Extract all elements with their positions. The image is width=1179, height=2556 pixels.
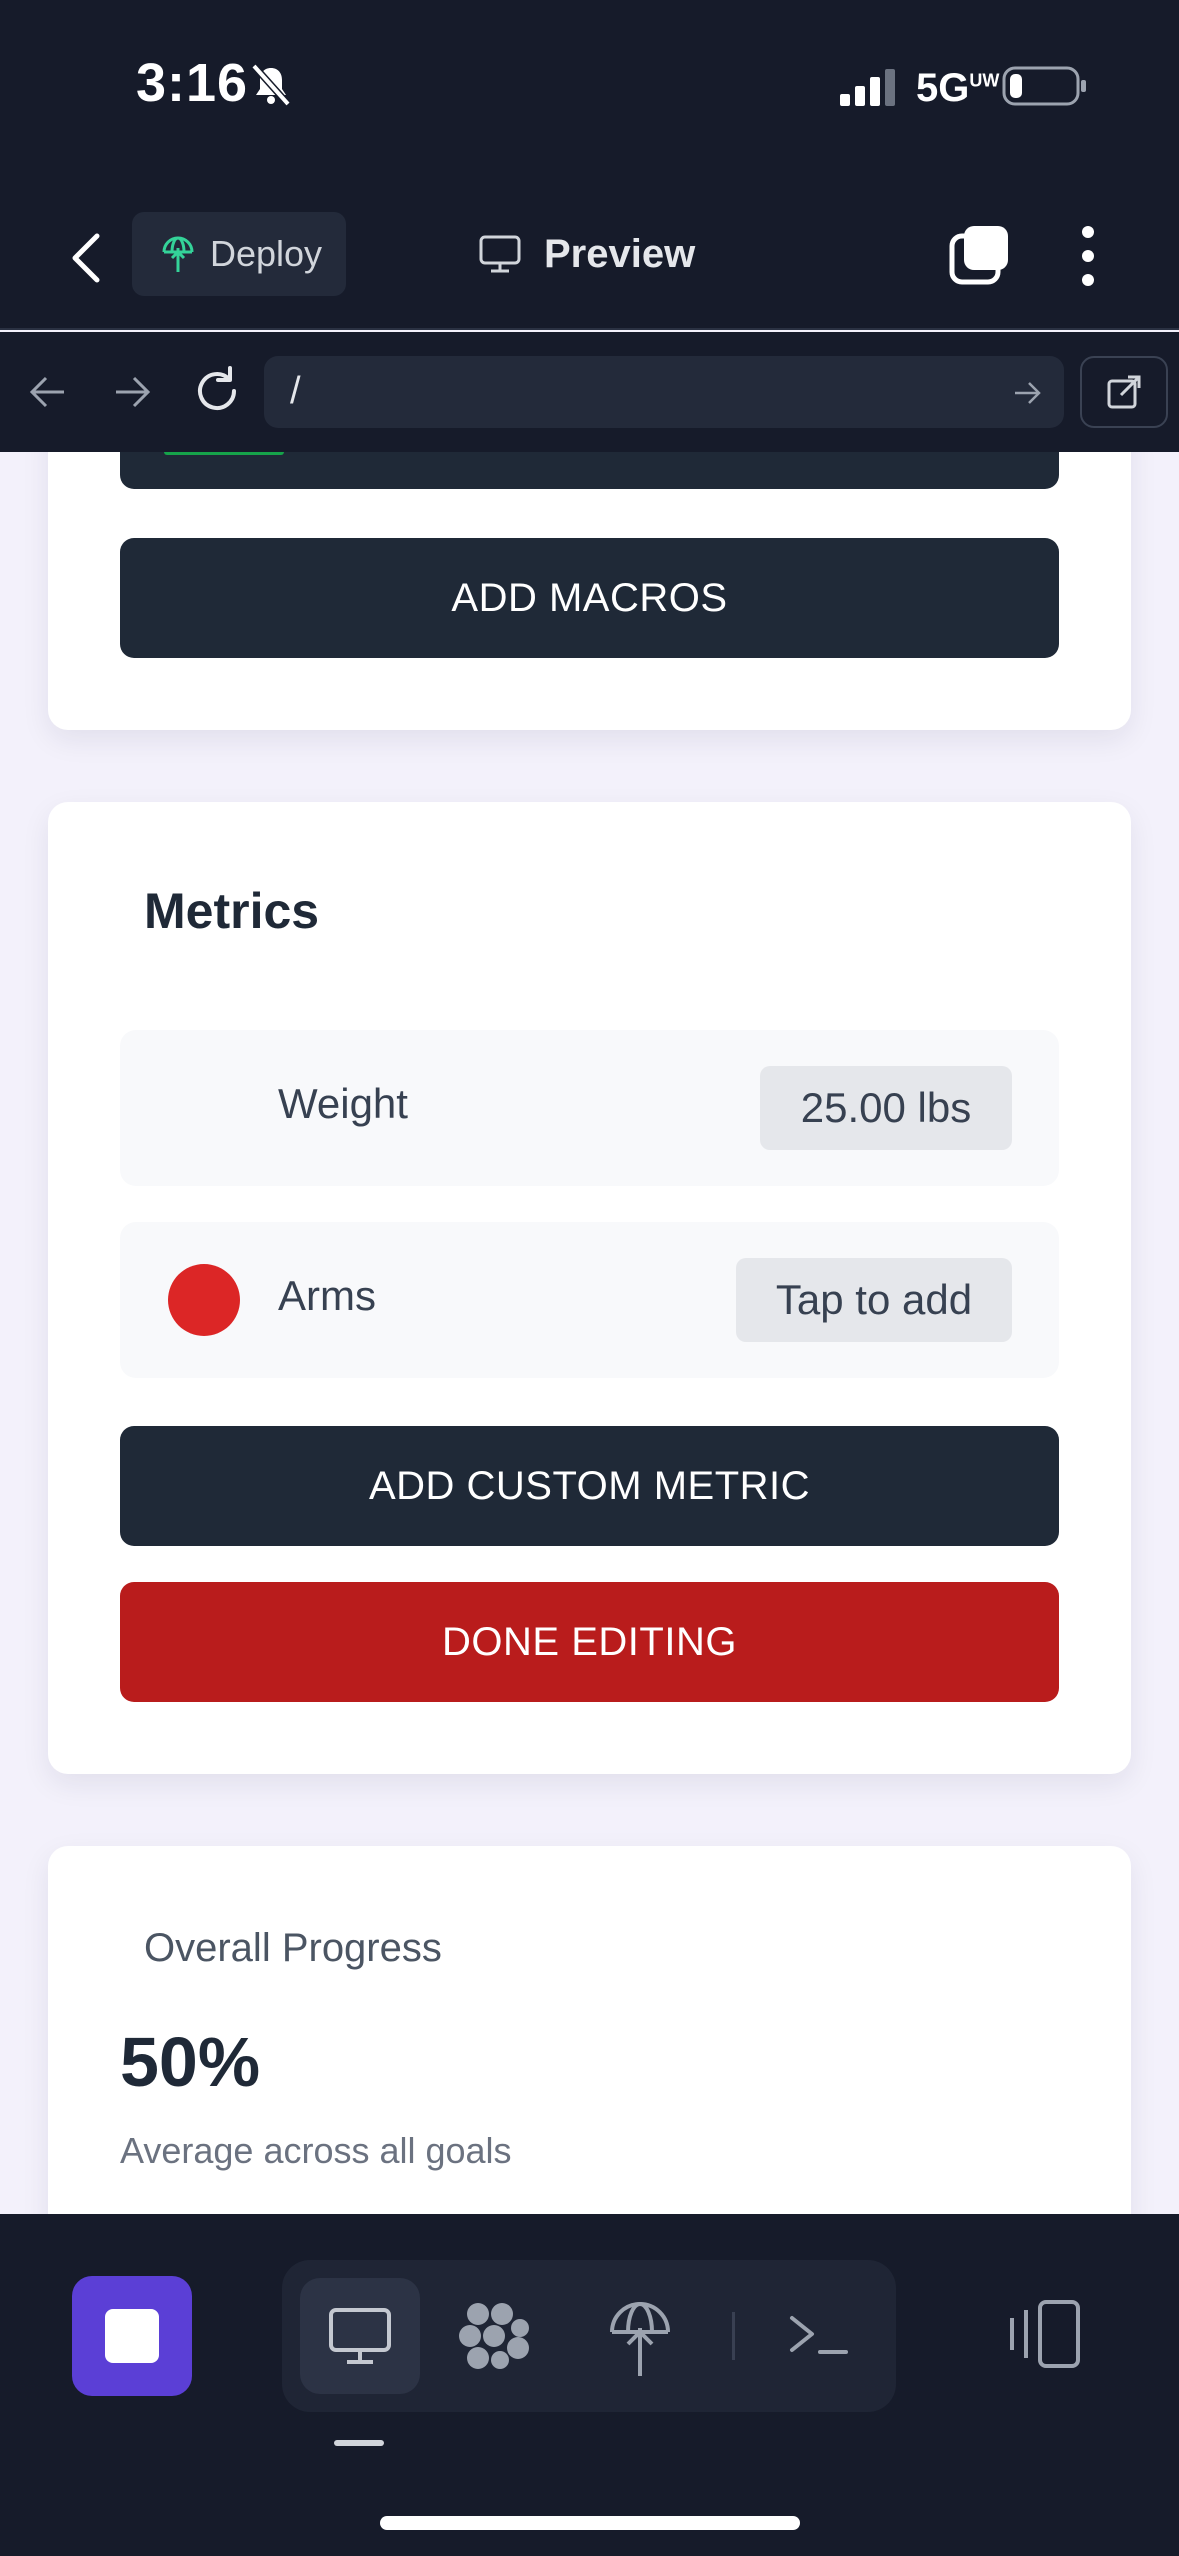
add-macros-button[interactable]: ADD MACROS xyxy=(120,538,1059,658)
metric-value[interactable]: 25.00 lbs xyxy=(760,1066,1012,1150)
divider xyxy=(732,2312,735,2360)
packages-icon[interactable] xyxy=(448,2288,544,2384)
metric-name: Arms xyxy=(278,1272,376,1319)
deploy-button[interactable]: Deploy xyxy=(132,212,346,296)
shell-icon[interactable] xyxy=(770,2288,866,2384)
signal-icon xyxy=(840,69,895,106)
network-label: 5GUW xyxy=(916,66,1000,110)
done-editing-button[interactable]: DONE EDITING xyxy=(120,1582,1059,1702)
home-indicator[interactable] xyxy=(380,2516,800,2530)
tap-to-add-button[interactable]: Tap to add xyxy=(736,1258,1012,1342)
deploy-icon[interactable] xyxy=(592,2288,688,2384)
progress-value: 50% xyxy=(120,2023,261,2101)
monitor-icon xyxy=(479,235,521,273)
previous-control[interactable] xyxy=(120,452,1059,489)
chevron-left-icon xyxy=(72,233,100,283)
open-external-button[interactable] xyxy=(1080,356,1168,428)
devices-icon[interactable] xyxy=(1004,2294,1086,2376)
progress-accent xyxy=(164,452,284,455)
status-bar: 3:16 5GUW xyxy=(0,0,1179,190)
preview-label: Preview xyxy=(544,231,696,276)
tool-group xyxy=(282,2260,896,2412)
metrics-card: Metrics Weight 25.00 lbs Arms Tap to add… xyxy=(48,802,1131,1774)
metrics-title: Metrics xyxy=(144,883,320,939)
arrow-left-icon[interactable] xyxy=(24,368,72,416)
monitor-icon xyxy=(329,2308,391,2364)
go-arrow-icon[interactable] xyxy=(1012,378,1042,408)
external-link-icon xyxy=(1107,375,1141,409)
color-dot[interactable] xyxy=(168,1264,240,1336)
add-custom-metric-button[interactable]: ADD CUSTOM METRIC xyxy=(120,1426,1059,1546)
stop-icon xyxy=(105,2309,159,2363)
deploy-label: Deploy xyxy=(210,233,323,274)
tabs-icon[interactable] xyxy=(948,224,1012,288)
url-input[interactable]: / xyxy=(264,356,1064,428)
battery-icon xyxy=(1002,66,1086,106)
metric-name: Weight xyxy=(278,1080,408,1127)
progress-label: Overall Progress xyxy=(144,1926,442,1970)
status-time: 3:16 xyxy=(136,53,249,113)
preview-content[interactable]: ADD MACROS Metrics Weight 25.00 lbs Arms… xyxy=(0,452,1179,2214)
progress-subtitle: Average across all goals xyxy=(120,2130,512,2171)
browser-bar: / xyxy=(0,332,1179,452)
preview-tab[interactable]: Preview xyxy=(478,220,695,288)
back-button[interactable] xyxy=(58,220,114,296)
bell-muted-icon xyxy=(251,63,291,107)
deploy-icon xyxy=(162,236,194,272)
app-toolbar: Deploy Preview xyxy=(0,190,1179,330)
metric-row-arms[interactable]: Arms Tap to add xyxy=(120,1222,1059,1378)
desktop-tool-button[interactable] xyxy=(300,2278,420,2394)
stop-button[interactable] xyxy=(72,2276,192,2396)
bottom-toolbar xyxy=(0,2214,1179,2556)
url-text: / xyxy=(290,370,301,412)
arrow-right-icon[interactable] xyxy=(108,368,156,416)
metric-row-weight[interactable]: Weight 25.00 lbs xyxy=(120,1030,1059,1186)
more-options-icon[interactable] xyxy=(1070,220,1106,292)
overall-progress-card: Overall Progress 50% Average across all … xyxy=(48,1846,1131,2214)
active-tab-indicator xyxy=(334,2440,384,2446)
macros-card: ADD MACROS xyxy=(48,452,1131,730)
reload-icon[interactable] xyxy=(190,364,244,418)
